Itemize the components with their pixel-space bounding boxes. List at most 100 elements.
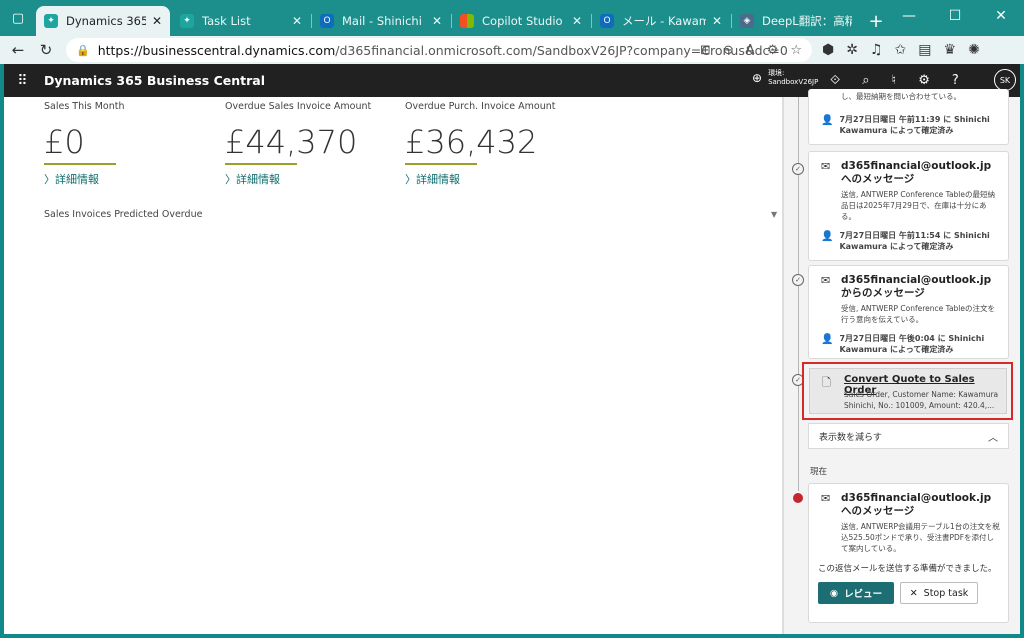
- card-title: d365financial@outlook.jp からのメッセージ: [841, 274, 992, 299]
- app-name: Dynamics 365 Business Central: [44, 73, 265, 88]
- card-body: 送信, ANTWERP Conference Tableの最短納品日は2025年…: [841, 190, 995, 221]
- favorites-icon[interactable]: ✩: [895, 42, 907, 58]
- completed-check-icon: ✓: [792, 274, 804, 286]
- help-icon[interactable]: ?: [952, 73, 959, 88]
- outlook-favicon-icon: O: [600, 14, 614, 28]
- tile-underline: [225, 163, 297, 165]
- person-icon: 👤: [821, 115, 834, 126]
- tile-overdue-purch-invoice[interactable]: Overdue Purch. Invoice Amount £36,432 〉詳…: [405, 101, 575, 187]
- tab-close-icon[interactable]: ✕: [152, 14, 162, 28]
- avatar[interactable]: SK: [994, 69, 1016, 91]
- dynamics-favicon-icon: ✦: [44, 14, 58, 28]
- environment-label: 環境:: [768, 69, 785, 77]
- review-button[interactable]: ◉ レビュー: [818, 582, 894, 604]
- split-screen-icon[interactable]: ♫: [870, 42, 883, 58]
- confirmation-text: 7月27日日曜日 午前11:54 に Shinichi Kawamura によっ…: [839, 231, 990, 251]
- profile-icon[interactable]: ♛: [944, 42, 957, 58]
- completed-check-icon: ✓: [792, 163, 804, 175]
- extension-icons: ⬢ ✲ ♫ ✩ ▤ ♛ ✺: [822, 36, 980, 64]
- tile-more-link[interactable]: 〉詳細情報: [225, 171, 395, 187]
- tile-sales-this-month[interactable]: Sales This Month £0 〉詳細情報: [44, 101, 214, 187]
- read-aloud-icon[interactable]: A: [746, 43, 755, 58]
- tab-title: Dynamics 365 Busine: [66, 14, 146, 28]
- extensions-puzzle-icon[interactable]: ⚙: [767, 43, 779, 58]
- tile-value: £44,370: [225, 123, 358, 161]
- tab-copilot-studio[interactable]: Copilot Studio のライ ✕: [452, 6, 592, 36]
- maximize-icon[interactable]: ☐: [932, 0, 978, 32]
- current-step-indicator: [793, 493, 803, 503]
- stop-task-label: Stop task: [923, 587, 969, 599]
- tab-title: メール - Kawamura Sh: [622, 14, 706, 28]
- search-icon[interactable]: ⌕: [862, 73, 869, 88]
- timeline-card-incoming-message[interactable]: ✉ d365financial@outlook.jp からのメッセージ 受信, …: [808, 265, 1009, 359]
- expand-caret-icon[interactable]: ▼: [771, 210, 777, 219]
- puzzle-icon[interactable]: ✲: [846, 42, 858, 58]
- person-icon: 👤: [821, 334, 834, 345]
- apps-icon[interactable]: ⊞: [700, 43, 711, 58]
- show-less-button[interactable]: 表示数を減らす ︿: [808, 423, 1009, 449]
- deepl-favicon-icon: ◈: [740, 14, 754, 28]
- extension-icon[interactable]: ⬢: [822, 42, 834, 58]
- bell-icon[interactable]: ♮: [892, 73, 897, 88]
- tab-mail[interactable]: O Mail - Shinichi Kawan ✕: [312, 6, 452, 36]
- timeline-connector: [798, 477, 799, 491]
- collections-icon[interactable]: ▤: [918, 42, 931, 58]
- favorite-star-icon[interactable]: ☆: [790, 43, 802, 58]
- tab-title: Task List: [202, 14, 251, 28]
- close-window-icon[interactable]: ✕: [978, 0, 1024, 32]
- copilot-icon[interactable]: ⟐: [830, 73, 840, 88]
- role-center-content: Sales This Month £0 〉詳細情報 Overdue Sales …: [4, 97, 782, 634]
- tab-title: DeepL翻訳：高精度: [762, 14, 852, 28]
- environment-name: SandboxV26JP: [768, 78, 819, 86]
- card-body: 受信, ANTWERP Conference Tableの注文を行う意向を伝えて…: [841, 304, 995, 324]
- confirmation-text: 7月27日日曜日 午後0:04 に Shinichi Kawamura によって…: [839, 334, 985, 354]
- tab-close-icon[interactable]: ✕: [712, 14, 722, 28]
- person-icon: 👤: [821, 231, 834, 242]
- timeline-card-partial[interactable]: し、最短納期を問い合わせている。 👤 7月27日日曜日 午前11:39 に Sh…: [808, 89, 1009, 145]
- stop-task-button[interactable]: ✕ Stop task: [900, 582, 978, 604]
- tile-underline: [405, 163, 477, 165]
- window-menu-icon[interactable]: ▢: [0, 0, 36, 36]
- url-field[interactable]: 🔒 https://businesscentral.dynamics.com/d…: [66, 38, 812, 62]
- window-controls: — ☐ ✕: [886, 0, 1024, 32]
- tab-title: Copilot Studio のライ: [482, 14, 566, 28]
- lock-icon: 🔒: [76, 43, 90, 57]
- card-confirmation: 👤 7月27日日曜日 午後0:04 に Shinichi Kawamura によ…: [809, 325, 1008, 361]
- card-confirmation: 👤 7月27日日曜日 午前11:54 に Shinichi Kawamura に…: [809, 222, 1008, 258]
- tile-caption: Overdue Purch. Invoice Amount: [405, 101, 556, 112]
- url-tools: ⊞ ⊖ A ⚙ ☆: [700, 43, 802, 58]
- tile-underline: [44, 163, 116, 165]
- copilot-icon[interactable]: ✺: [968, 42, 980, 58]
- gear-icon[interactable]: ⚙: [918, 73, 930, 88]
- card-title: d365financial@outlook.jp へのメッセージ: [841, 492, 992, 517]
- app-launcher-icon[interactable]: ⠿: [4, 73, 40, 89]
- address-toolbar: ← ↻ 🔒 https://businesscentral.dynamics.c…: [0, 36, 1024, 64]
- show-less-label: 表示数を減らす: [819, 432, 882, 443]
- tab-deepl[interactable]: ◈ DeepL翻訳：高精度: [732, 6, 860, 36]
- mail-send-icon: ✉: [821, 492, 831, 505]
- dynamics-favicon-icon: ✦: [180, 14, 194, 28]
- tab-dynamics[interactable]: ✦ Dynamics 365 Busine ✕: [36, 6, 170, 36]
- eye-icon: ◉: [829, 587, 839, 599]
- environment-indicator[interactable]: ⊕ 環境: SandboxV26JP: [752, 69, 818, 87]
- zoom-icon[interactable]: ⊖: [723, 43, 734, 58]
- tab-close-icon[interactable]: ✕: [292, 14, 302, 28]
- tile-overdue-sales-invoice[interactable]: Overdue Sales Invoice Amount £44,370 〉詳細…: [225, 101, 395, 187]
- chevron-up-icon: ︿: [988, 432, 998, 444]
- tab-task-list[interactable]: ✦ Task List ✕: [172, 6, 312, 36]
- tab-close-icon[interactable]: ✕: [572, 14, 582, 28]
- refresh-icon[interactable]: ↻: [32, 36, 60, 64]
- environment-icon: ⊕: [752, 70, 763, 85]
- tile-more-link[interactable]: 〉詳細情報: [405, 171, 575, 187]
- tab-title: Mail - Shinichi Kawan: [342, 14, 426, 28]
- minimize-icon[interactable]: —: [886, 0, 932, 32]
- tab-close-icon[interactable]: ✕: [432, 14, 442, 28]
- timeline-card-outgoing-message[interactable]: ✉ d365financial@outlook.jp へのメッセージ 送信, A…: [808, 151, 1009, 261]
- mail-send-icon: ✉: [821, 160, 831, 173]
- tab-outlook-mail[interactable]: O メール - Kawamura Sh ✕: [592, 6, 732, 36]
- back-icon[interactable]: ←: [4, 36, 32, 64]
- tile-more-link[interactable]: 〉詳細情報: [44, 171, 214, 187]
- now-label: 現在: [810, 467, 828, 477]
- tile-caption: Overdue Sales Invoice Amount: [225, 101, 372, 112]
- card-confirmation: 👤 7月27日日曜日 午前11:39 に Shinichi Kawamura に…: [809, 102, 1008, 142]
